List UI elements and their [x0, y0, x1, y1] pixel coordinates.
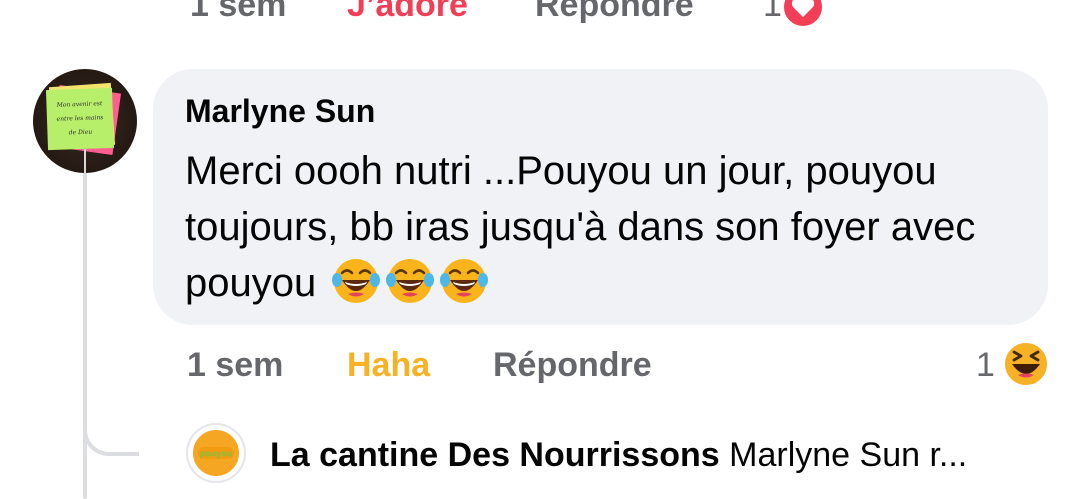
laughing-tears-icon — [440, 259, 489, 303]
haha-icon[interactable] — [1002, 340, 1050, 388]
comment-author[interactable]: Marlyne Sun — [185, 93, 375, 130]
comment-text: Merci oooh nutri ...Pouyou un jour, pouy… — [185, 143, 1025, 311]
reply-text: Marlyne Sun r... — [729, 436, 968, 474]
comment-thread: 1 sem J’adore Répondre 1 Mon avenir est … — [0, 0, 1080, 499]
previous-reaction-count[interactable]: 1 — [763, 0, 782, 25]
reply-preview[interactable]: La cantine Des Nourrissons Marlyne Sun r… — [270, 436, 1060, 475]
svg-text:pouyou: pouyou — [200, 449, 233, 459]
comment-actions: 1 sem Haha Répondre 1 — [0, 340, 1080, 390]
reaction-button[interactable]: Haha — [347, 346, 430, 385]
sticky-note-avatar: Mon avenir est entre les mains de Dieu — [45, 82, 122, 173]
thread-elbow — [83, 400, 139, 456]
previous-reaction-button[interactable]: J’adore — [347, 0, 468, 25]
comment-time[interactable]: 1 sem — [187, 346, 283, 385]
previous-reply-button[interactable]: Répondre — [535, 0, 694, 25]
comment-body: Merci oooh nutri ...Pouyou un jour, pouy… — [185, 149, 976, 305]
laughing-tears-icon — [332, 259, 381, 303]
reply-author[interactable]: La cantine Des Nourrissons — [270, 436, 720, 474]
laughing-tears-icon — [386, 259, 435, 303]
commenter-avatar[interactable]: Mon avenir est entre les mains de Dieu — [33, 69, 137, 173]
comment-bubble[interactable]: Marlyne Sun Merci oooh nutri ...Pouyou u… — [153, 69, 1048, 325]
heart-icon[interactable] — [782, 0, 824, 28]
pouyou-logo: pouyou — [191, 428, 241, 478]
previous-comment-time[interactable]: 1 sem — [190, 0, 286, 25]
reply-button[interactable]: Répondre — [493, 346, 652, 385]
previous-comment-actions: 1 sem J’adore Répondre 1 — [0, 0, 1080, 36]
svg-text:de Dieu: de Dieu — [69, 129, 93, 137]
thread-line — [83, 170, 87, 499]
reaction-count[interactable]: 1 — [976, 346, 995, 385]
page-avatar[interactable]: pouyou — [186, 423, 246, 483]
